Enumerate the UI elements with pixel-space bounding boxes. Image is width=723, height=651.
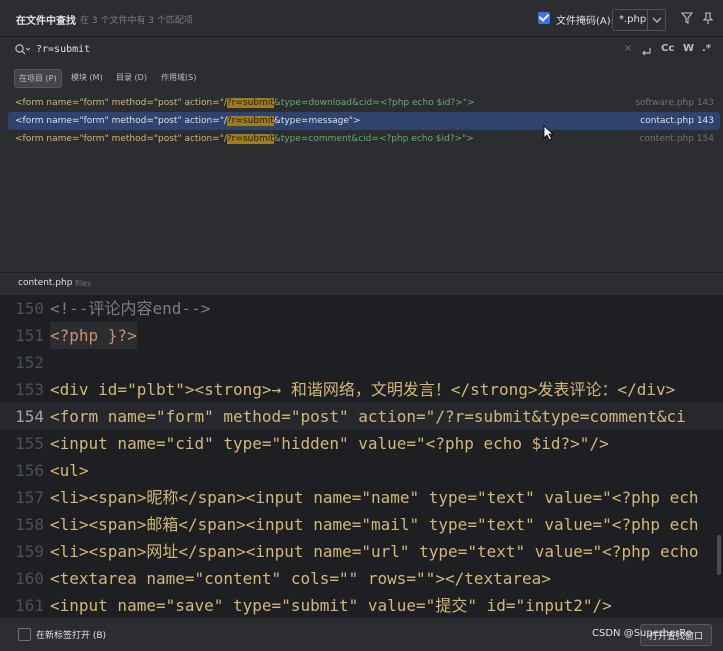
file-mask-checkbox[interactable] [538, 12, 550, 24]
search-icon[interactable] [14, 42, 31, 61]
line-number: 154 [15, 407, 44, 426]
newline-icon[interactable] [640, 43, 652, 62]
search-input[interactable] [36, 40, 596, 58]
editor-scrollbar[interactable] [717, 535, 721, 575]
code-line: 157 <li><span>昵称</span><input name="name… [0, 484, 723, 511]
code-line: 155 <input name="cid" type="hidden" valu… [0, 430, 723, 457]
code-preview[interactable]: 150 <!--评论内容end--> 151 <?php }?> 152 153… [0, 295, 723, 617]
new-tab-label: 在新标签打开 (B) [36, 631, 107, 641]
code-line: 159 <li><span>网址</span><input name="url"… [0, 538, 723, 565]
code-line-current: 154 <form name="form" method="post" acti… [0, 403, 723, 430]
tab-directory[interactable]: 目录 (D) [112, 69, 151, 86]
line-number: 158 [15, 515, 44, 534]
result-row[interactable]: <form name="form" method="post" action="… [8, 94, 720, 112]
file-mask-value: *.php [619, 14, 647, 25]
result-match: ?r=submit [226, 98, 274, 108]
result-row-selected[interactable]: <form name="form" method="post" action="… [8, 112, 720, 130]
line-text: <li><span>昵称</span><input name="name" ty… [50, 488, 699, 507]
result-post: &type=download&cid=<?php echo $id?>"> [273, 98, 475, 108]
line-text: <!--评论内容end--> [50, 299, 211, 318]
code-line: 158 <li><span>邮箱</span><input name="mail… [0, 511, 723, 538]
watermark: CSDN @SuperherRo [592, 628, 693, 639]
result-file: software.php 143 [635, 98, 714, 108]
find-in-files-dialog: 在文件中查找 在 3 个文件中有 3 个匹配项 文件掩码(A): *.php ×… [0, 0, 723, 651]
clear-icon[interactable]: × [624, 43, 632, 54]
search-row: × Cc W .* [0, 37, 723, 63]
result-post: &type=message"> [273, 116, 361, 126]
line-number: 161 [15, 596, 44, 615]
dialog-title: 在文件中查找 [16, 16, 76, 27]
line-text: <textarea name="content" cols="" rows=""… [50, 569, 551, 588]
line-number: 150 [15, 299, 44, 318]
result-file: contact.php 143 [640, 116, 714, 126]
line-text: <input name="save" type="submit" value="… [50, 596, 612, 615]
result-file: content.php 154 [639, 134, 715, 144]
result-pre: <form name="form" method="post" action="… [15, 98, 227, 108]
line-number: 160 [15, 569, 44, 588]
file-mask-label: 文件掩码(A): [556, 16, 615, 27]
result-pre: <form name="form" method="post" action="… [15, 116, 227, 126]
line-number: 153 [15, 380, 44, 399]
result-code: <form name="form" method="post" action="… [15, 112, 361, 130]
new-tab-checkbox[interactable] [18, 628, 31, 641]
code-line: 156 <ul> [0, 457, 723, 484]
mouse-pointer-icon [543, 125, 555, 145]
match-count: 在 3 个文件中有 3 个匹配项 [80, 16, 193, 26]
result-pre: <form name="form" method="post" action="… [15, 134, 227, 144]
tab-module[interactable]: 模块 (M) [67, 69, 107, 86]
dialog-header: 在文件中查找 在 3 个文件中有 3 个匹配项 文件掩码(A): *.php [0, 0, 723, 37]
line-number: 159 [15, 542, 44, 561]
result-post: &type=comment&cid=<?php echo $id?>"> [273, 134, 474, 144]
result-code: <form name="form" method="post" action="… [15, 94, 475, 112]
pin-icon[interactable] [701, 10, 715, 24]
tab-project[interactable]: 在项目 (P) [14, 69, 62, 88]
preview-dir: files [75, 279, 92, 288]
filter-icon[interactable] [680, 10, 694, 24]
line-number: 151 [15, 326, 44, 345]
line-text: <div id="plbt"><strong>→ 和谐网络，文明发言！</str… [50, 380, 676, 399]
words-toggle[interactable]: W [683, 43, 694, 54]
code-line: 150 <!--评论内容end--> [0, 295, 723, 322]
result-row[interactable]: <form name="form" method="post" action="… [8, 130, 720, 148]
line-text: <form name="form" method="post" action="… [50, 407, 686, 426]
chevron-down-icon[interactable] [647, 10, 666, 30]
line-number: 155 [15, 434, 44, 453]
match-case-toggle[interactable]: Cc [661, 43, 674, 54]
preview-header: content.php files [0, 272, 723, 295]
line-number: 152 [15, 353, 44, 372]
line-number: 156 [15, 461, 44, 480]
line-number: 157 [15, 488, 44, 507]
line-text: <?php }?> [50, 322, 137, 349]
result-match: ?r=submit [226, 134, 274, 144]
line-text: <input name="cid" type="hidden" value="<… [50, 434, 609, 453]
regex-toggle[interactable]: .* [702, 43, 711, 54]
preview-file-name: content.php [18, 278, 73, 288]
file-mask-combo[interactable]: *.php [612, 9, 666, 31]
tab-scope[interactable]: 作用域(S) [157, 69, 200, 86]
line-text: <ul> [50, 461, 89, 480]
code-line: 161 <input name="save" type="submit" val… [0, 592, 723, 617]
result-code: <form name="form" method="post" action="… [15, 130, 474, 148]
code-line: 160 <textarea name="content" cols="" row… [0, 565, 723, 592]
line-text: <li><span>邮箱</span><input name="mail" ty… [50, 515, 699, 534]
code-line: 152 [0, 349, 723, 376]
code-line: 153 <div id="plbt"><strong>→ 和谐网络，文明发言！<… [0, 376, 723, 403]
result-match: ?r=submit [226, 116, 274, 126]
code-line: 151 <?php }?> [0, 322, 723, 349]
line-text: <li><span>网址</span><input name="url" typ… [50, 542, 699, 561]
